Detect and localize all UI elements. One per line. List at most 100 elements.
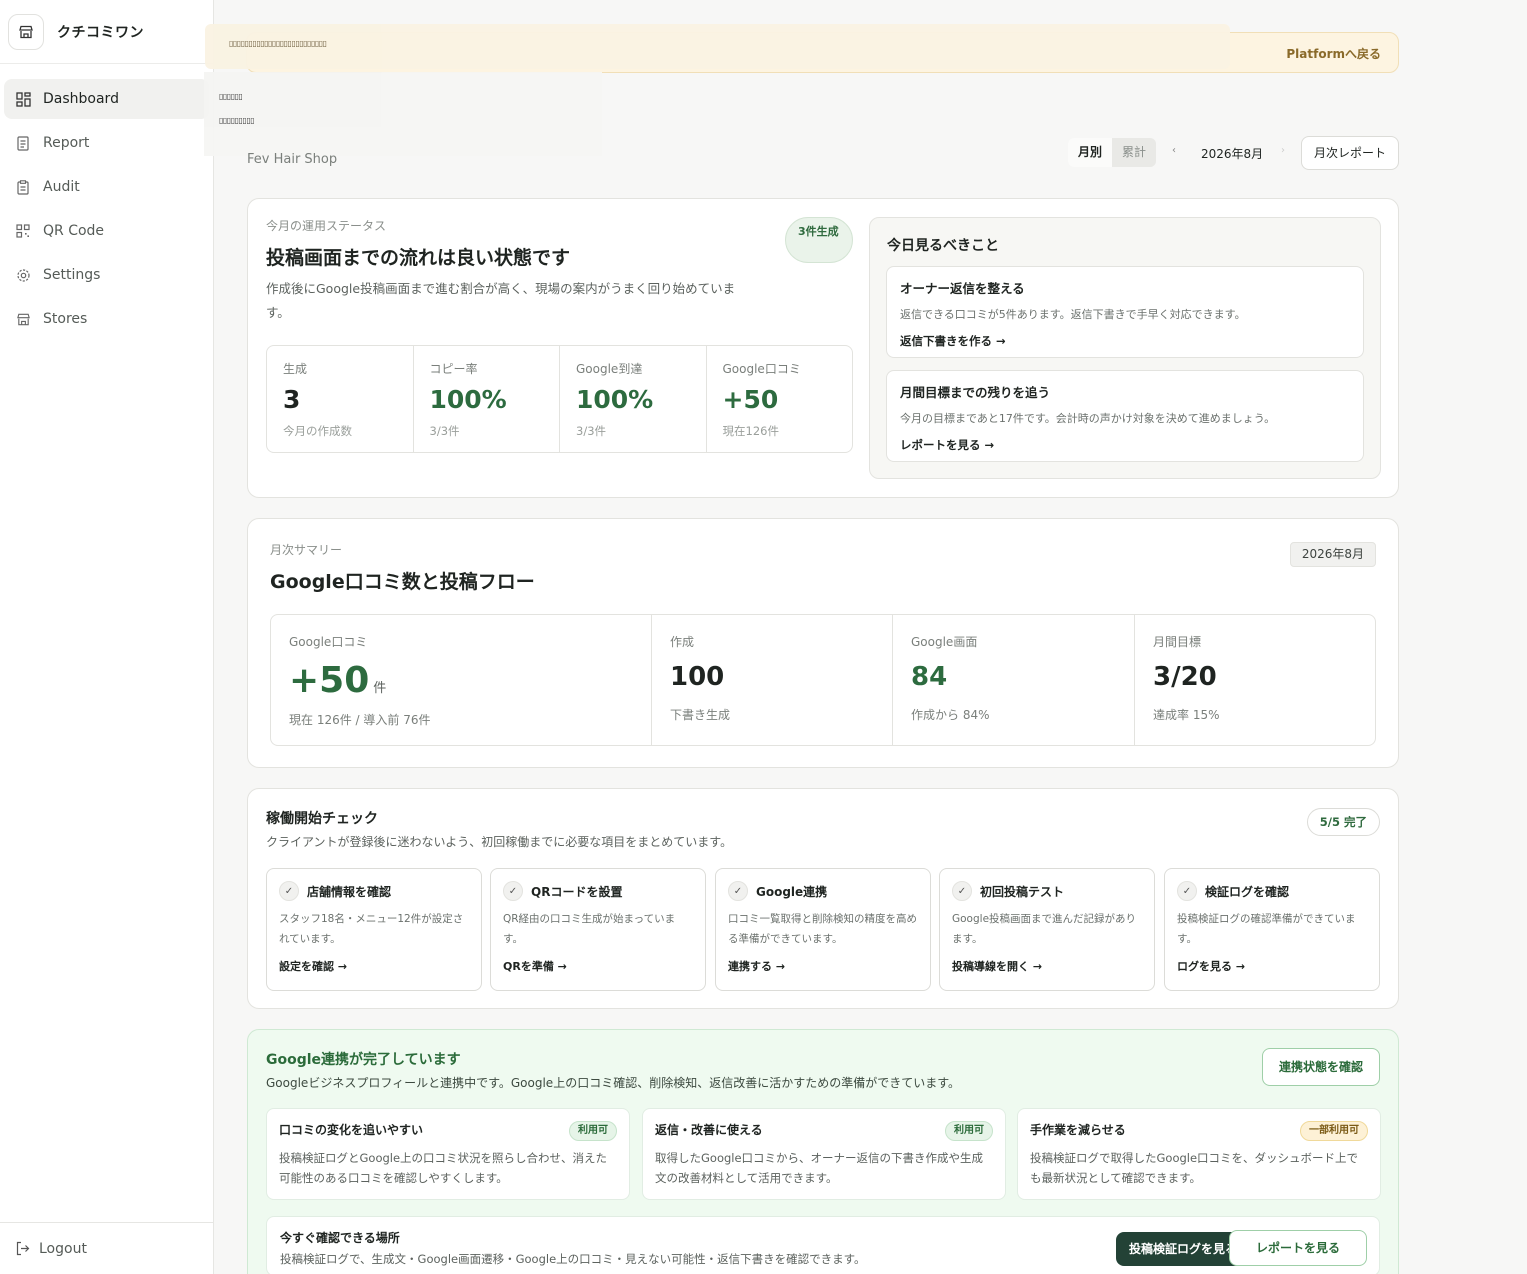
metric-sub: 現在126件 [722, 424, 779, 438]
summary-eyebrow: 月次サマリー [270, 543, 343, 557]
metric-label: Google到達 [576, 362, 643, 376]
check-item-name: 店舗情報を確認 [307, 884, 392, 899]
check-icon: ✓ [503, 881, 523, 901]
prepare-qr-link[interactable]: QRを準備 → [503, 958, 693, 974]
check-progress-badge: 5/5 完了 [1306, 808, 1380, 836]
check-icon: ✓ [952, 881, 972, 901]
store-name: Fev Hair Shop [247, 152, 338, 167]
summary-value-row: +50 件 [289, 660, 633, 701]
check-item-text: 投稿検証ログの確認準備ができています。 [1177, 913, 1356, 945]
sidebar-item-stores[interactable]: Stores [4, 299, 209, 339]
sidebar-item-report[interactable]: Report [4, 123, 209, 163]
document-icon [15, 135, 31, 151]
onboarding-check-card: 稼働開始チェック クライアントが登録後に迷わないよう、初回稼働までに必要な項目を… [247, 788, 1399, 1009]
sidebar-item-label: Stores [43, 311, 88, 327]
status-badge: 3件生成 [785, 217, 853, 263]
open-post-flow-link[interactable]: 投稿導線を開く → [952, 958, 1142, 974]
check-item-google-link: ✓ Google連携 口コミ一覧取得と削除検知の精度を高める準備ができています。 … [715, 868, 931, 991]
view-report-button[interactable]: レポートを見る [1229, 1230, 1367, 1266]
sidebar-item-label: Audit [43, 179, 80, 195]
sidebar-item-label: QR Code [43, 223, 105, 239]
metric-value: 3 [283, 385, 301, 414]
metric-sub: 今月の作成数 [283, 424, 352, 438]
monthly-summary-card: 月次サマリー Google口コミ数と投稿フロー 2026年8月 Google口コ… [247, 518, 1399, 768]
feature-desc: 取得したGoogle口コミから、オーナー返信の下書き作成や生成文の改善材料として… [655, 1151, 984, 1185]
logout-icon [15, 1241, 30, 1256]
feature-desc: 投稿検証ログとGoogle上の口コミ状況を照らし合わせ、消えた可能性のある口コミ… [279, 1151, 608, 1185]
check-settings-link[interactable]: 設定を確認 → [279, 958, 469, 974]
sidebar-item-settings[interactable]: Settings [4, 255, 209, 295]
prev-month-button[interactable]: ‹ [1172, 145, 1176, 156]
google-feature-item: 手作業を減らせる 一部利用可 投稿検証ログで取得したGoogle口コミを、ダッシ… [1017, 1108, 1381, 1200]
app-name: クチコミワン [57, 24, 144, 41]
clipboard-icon [15, 179, 31, 195]
metric-value: +50 [722, 385, 779, 414]
check-link-status-button[interactable]: 連携状態を確認 [1262, 1048, 1380, 1086]
monthly-report-button[interactable]: 月次レポート [1301, 136, 1399, 170]
summary-sub: 達成率 15% [1153, 708, 1220, 722]
status-title: 投稿画面までの流れは良い状態です [266, 247, 571, 269]
metric-value: 100% [576, 385, 654, 414]
status-badge: 一部利用可 [1300, 1121, 1368, 1141]
view-cumulative-tab[interactable]: 累計 [1112, 138, 1157, 167]
google-feature-item: 返信・改善に使える 利用可 取得したGoogle口コミから、オーナー返信の下書き… [642, 1108, 1006, 1200]
todo-item-desc: 今月の目標まであと17件です。会計時の声かけ対象を決めて進めましょう。 [900, 412, 1276, 425]
sidebar-item-qr-code[interactable]: QR Code [4, 211, 209, 251]
todo-item: 月間目標までの残りを追う 今月の目標まであと17件です。会計時の声かけ対象を決め… [886, 370, 1364, 462]
view-toggle: 月別 累計 [1068, 138, 1157, 167]
metric-generated: 生成 3 今月の作成数 [267, 346, 414, 452]
summary-sub: 現在 126件 / 導入前 76件 [289, 713, 431, 727]
todo-item: オーナー返信を整える 返信できる口コミが5件あります。返信下書きで手早く対応でき… [886, 266, 1364, 358]
qr-code-icon [15, 223, 31, 239]
view-monthly-tab[interactable]: 月別 [1068, 138, 1113, 167]
next-month-button[interactable]: › [1281, 145, 1285, 156]
status-badge: 利用可 [945, 1121, 993, 1141]
check-title: 稼働開始チェック [266, 811, 378, 827]
check-item-name: 初回投稿テスト [980, 884, 1065, 899]
store-icon[interactable] [8, 13, 44, 50]
metric-google-reviews: Google口コミ +50 現在126件 [707, 346, 853, 452]
back-to-platform-link[interactable]: Platformへ戻る [1286, 45, 1381, 62]
check-icon: ✓ [279, 881, 299, 901]
feature-title: 口コミの変化を追いやすい [279, 1123, 424, 1137]
feature-desc: 投稿検証ログで取得したGoogle口コミを、ダッシュボード上でも最新状況として確… [1030, 1151, 1359, 1185]
connect-google-link[interactable]: 連携する → [728, 958, 918, 974]
metric-label: Google口コミ [722, 362, 801, 376]
sidebar-item-label: Settings [43, 267, 101, 283]
status-eyebrow: 今月の運用ステータス [266, 219, 387, 233]
google-feature-item: 口コミの変化を追いやすい 利用可 投稿検証ログとGoogle上の口コミ状況を照ら… [266, 1108, 630, 1200]
status-metrics: 生成 3 今月の作成数 コピー率 100% 3/3件 Google到達 100%… [266, 345, 853, 453]
summary-sub: 作成から 84% [911, 708, 990, 722]
metric-label: コピー率 [429, 362, 478, 376]
summary-grid: Google口コミ +50 件 現在 126件 / 導入前 76件 作成 100 … [270, 614, 1376, 746]
brand: クチコミワン [0, 0, 213, 64]
todo-item-title: 月間目標までの残りを追う [900, 385, 1051, 400]
summary-value: 3/20 [1153, 662, 1217, 692]
summary-title: Google口コミ数と投稿フロー [270, 571, 535, 593]
summary-month-badge: 2026年8月 [1289, 542, 1376, 567]
check-item-text: スタッフ18名・メニュー12件が設定されています。 [279, 913, 464, 945]
overlay-item[interactable]: ▯▯▯▯▯▯▯▯▯ [219, 116, 255, 125]
overlay-dropdown: ▯▯▯▯▯▯ ▯▯▯▯▯▯▯▯▯ [204, 72, 602, 156]
status-card: 今月の運用ステータス 投稿画面までの流れは良い状態です 作成後にGoogle投稿… [247, 198, 1399, 498]
overlay-text: ▯▯▯▯▯▯▯▯▯▯▯▯▯▯▯▯▯▯▯▯▯▯▯▯▯ [229, 39, 327, 48]
logout-button[interactable]: Logout [0, 1222, 213, 1274]
store-icon [15, 311, 31, 327]
sidebar-item-dashboard[interactable]: Dashboard [4, 79, 209, 119]
view-report-link[interactable]: レポートを見る → [900, 437, 1350, 453]
create-reply-draft-link[interactable]: 返信下書きを作る → [900, 333, 1350, 349]
todo-panel: 今日見るべきこと オーナー返信を整える 返信できる口コミが5件あります。返信下書… [869, 217, 1381, 479]
status-description: 作成後にGoogle投稿画面まで進む割合が高く、現場の案内がうまく回り始めていま… [266, 281, 736, 320]
metric-google-reach: Google到達 100% 3/3件 [560, 346, 707, 452]
month-label: 2026年8月 [1201, 147, 1264, 161]
todo-title: 今日見るべきこと [887, 238, 999, 254]
view-log-link[interactable]: ログを見る → [1177, 958, 1367, 974]
check-item-store-info: ✓ 店舗情報を確認 スタッフ18名・メニュー12件が設定されています。 設定を確認… [266, 868, 482, 991]
overlay-item[interactable]: ▯▯▯▯▯▯ [219, 92, 243, 101]
sidebar-item-audit[interactable]: Audit [4, 167, 209, 207]
status-badge: 利用可 [569, 1121, 617, 1141]
google-linked-title: Google連携が完了しています [266, 1052, 461, 1068]
google-linked-description: Googleビジネスプロフィールと連携中です。Google上の口コミ確認、削除検… [266, 1076, 960, 1090]
metric-value: 100% [429, 385, 507, 414]
check-item-text: 口コミ一覧取得と削除検知の精度を高める準備ができています。 [728, 913, 917, 945]
